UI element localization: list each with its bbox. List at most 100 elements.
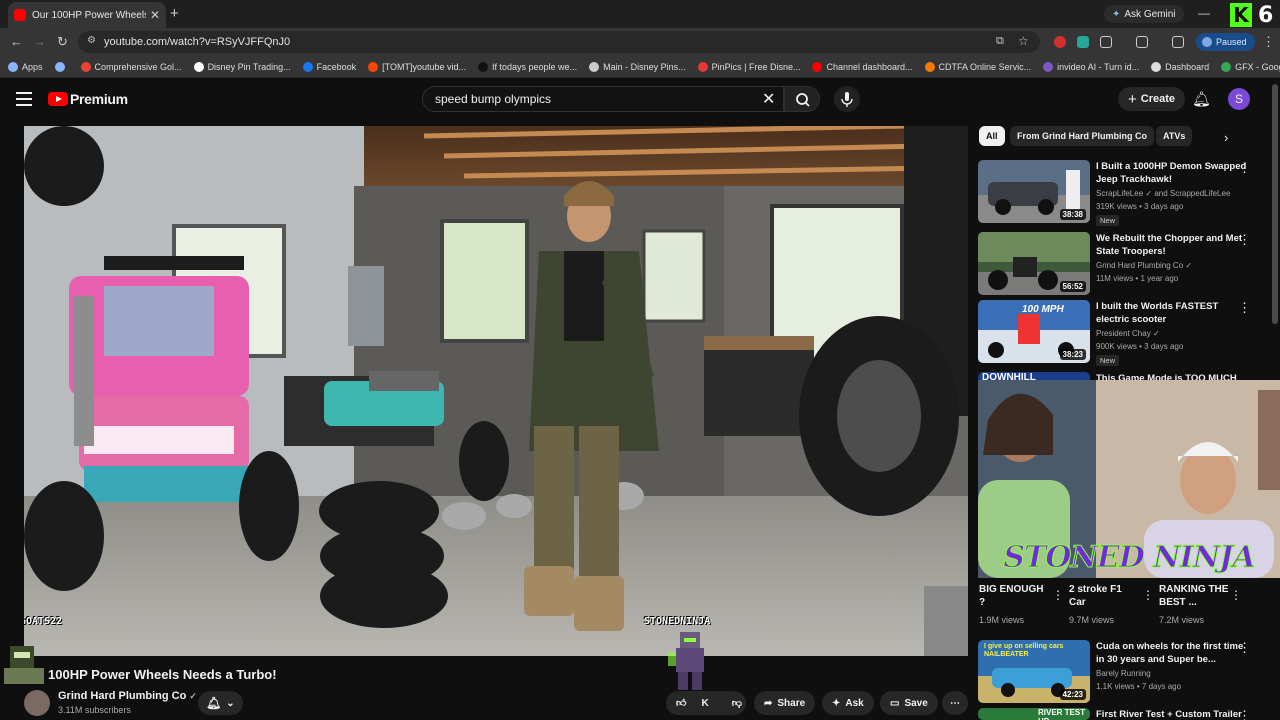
voice-search-button[interactable]: [834, 86, 860, 112]
dislike-icon[interactable]: 👎︎: [732, 697, 742, 709]
profile-paused-button[interactable]: Paused: [1196, 33, 1255, 51]
rec-menu-icon[interactable]: ⋮: [1238, 300, 1251, 316]
channel-avatar[interactable]: [24, 690, 50, 716]
account-avatar[interactable]: S: [1228, 88, 1250, 110]
subscriber-count: 3.11M subscribers: [58, 705, 131, 715]
bookmark-item[interactable]: Main - Disney Pins...: [589, 61, 686, 72]
search-input[interactable]: speed bump olympics: [422, 86, 784, 112]
rec-thumbnail[interactable]: I give up on selling cars NAILBEATER 42:…: [978, 640, 1090, 703]
rec-menu-icon[interactable]: ⋮: [1238, 232, 1251, 248]
rec-meta: 319K views • 3 days ago: [1096, 202, 1184, 211]
bookmark-item[interactable]: invideo AI - Turn id...: [1043, 61, 1139, 72]
rec-item[interactable]: 38:38 I Built a 1000HP Demon Swapped Jee…: [978, 160, 1270, 226]
bookmark-item[interactable]: GFX - Google Drive: [1221, 61, 1280, 72]
bookmark-favicon-icon: [368, 61, 379, 72]
bookmark-label: If todays people we...: [492, 61, 578, 72]
short-menu-icon[interactable]: ⋮: [1052, 588, 1064, 602]
chip-from-channel[interactable]: From Grind Hard Plumbing Co: [1010, 126, 1154, 146]
address-bar[interactable]: ⚙ youtube.com/watch?v=RSyVJFFQnJ0 ⧉ ☆: [78, 31, 1040, 53]
rec-menu-icon[interactable]: ⋮: [1238, 160, 1251, 176]
like-button[interactable]: 👍︎ K 👎︎: [666, 691, 746, 715]
bookmark-favicon-icon: [1043, 61, 1054, 72]
webcam-overlay: STONED NINJA: [978, 380, 1280, 578]
rec-menu-icon[interactable]: ⋮: [1238, 708, 1251, 720]
bell-icon: 🔔︎: [206, 696, 222, 710]
bookmark-item[interactable]: [54, 61, 69, 72]
rec-menu-icon[interactable]: ⋮: [1238, 640, 1251, 656]
short-menu-icon[interactable]: ⋮: [1230, 588, 1242, 602]
bookmark-item[interactable]: Apps: [8, 61, 43, 72]
page-scrollbar[interactable]: [1272, 84, 1278, 324]
tab-search-icon[interactable]: [1136, 36, 1148, 48]
short-title[interactable]: RANKING THE BEST ...: [1159, 583, 1229, 609]
site-info-icon[interactable]: ⚙: [87, 35, 96, 46]
chip-all[interactable]: All: [979, 126, 1005, 146]
bookmark-item[interactable]: CDTFA Online Servic...: [924, 61, 1031, 72]
search-button[interactable]: [784, 86, 820, 112]
create-label: Create: [1140, 93, 1176, 105]
rec-title: Cuda on wheels for the first time in 30 …: [1096, 641, 1244, 665]
rec-item[interactable]: 56:52 We Rebuilt the Chopper and Met Sta…: [978, 232, 1270, 298]
chip-atvs[interactable]: ATVs: [1156, 126, 1193, 146]
forward-arrow-icon[interactable]: →: [33, 34, 46, 49]
rec-item[interactable]: I give up on selling cars NAILBEATER 42:…: [978, 640, 1270, 706]
tab-close-icon[interactable]: ✕: [150, 8, 160, 22]
short-title[interactable]: BIG ENOUGH ?: [979, 583, 1049, 609]
browser-menu-icon[interactable]: ⋮: [1262, 34, 1275, 50]
plus-icon: +: [1128, 90, 1137, 108]
bookmark-item[interactable]: If todays people we...: [478, 61, 578, 72]
guide-menu-icon[interactable]: [16, 92, 32, 110]
bookmark-item[interactable]: [TOMT]youtube vid...: [368, 61, 467, 72]
install-app-icon[interactable]: ⧉: [996, 35, 1004, 48]
back-arrow-icon[interactable]: ←: [10, 34, 23, 49]
extensions-puzzle-icon[interactable]: [1100, 36, 1112, 48]
media-controls-icon[interactable]: [1172, 36, 1184, 48]
rec-thumbnail[interactable]: 56:52: [978, 232, 1090, 295]
minimize-window-icon[interactable]: —: [1198, 6, 1210, 20]
bookmark-item[interactable]: Dashboard: [1151, 61, 1209, 72]
browser-tab[interactable]: Our 100HP Power Wheels N ✕: [8, 2, 166, 28]
extension-red-icon[interactable]: [1054, 36, 1066, 48]
reload-icon[interactable]: ↻: [57, 34, 68, 50]
rec-thumb-text: I give up on selling cars NAILBEATER: [984, 643, 1064, 658]
bookmark-label: Main - Disney Pins...: [603, 61, 686, 72]
browser-tab-strip: Our 100HP Power Wheels N ✕ + ✦ Ask Gemin…: [0, 0, 1280, 28]
paused-label: Paused: [1216, 37, 1247, 47]
rec-thumbnail[interactable]: 100 MPH 38:23: [978, 300, 1090, 363]
share-button[interactable]: ➦ Share: [754, 691, 816, 715]
rec-thumbnail[interactable]: 38:38: [978, 160, 1090, 223]
bookmark-item[interactable]: Channel dashboard...: [812, 61, 913, 72]
like-count: K: [701, 697, 709, 709]
browser-toolbar: ← → ↻ ⚙ youtube.com/watch?v=RSyVJFFQnJ0 …: [0, 28, 1280, 56]
youtube-logo-icon[interactable]: [48, 92, 68, 106]
rec-channel: ScrapLifeLee ✓ and ScrappedLifeLee: [1096, 189, 1230, 198]
rec-title: We Rebuilt the Chopper and Met State Tro…: [1096, 233, 1243, 257]
video-title: 100HP Power Wheels Needs a Turbo!: [48, 667, 277, 682]
rec-thumbnail[interactable]: RIVER TEST HP: [978, 708, 1090, 720]
short-menu-icon[interactable]: ⋮: [1142, 588, 1154, 602]
ask-button[interactable]: ✦ Ask: [822, 691, 874, 715]
bookmark-star-icon[interactable]: ☆: [1018, 34, 1029, 48]
youtube-premium-brand[interactable]: Premium: [70, 91, 128, 107]
chips-next-chevron-icon[interactable]: ›: [1224, 130, 1228, 145]
clear-search-icon[interactable]: ✕: [762, 89, 775, 109]
short-title[interactable]: 2 stroke F1 Car: [1069, 583, 1137, 609]
rec-item[interactable]: RIVER TEST HP First River Test + Custom …: [978, 708, 1270, 720]
ask-label: Ask: [845, 697, 864, 709]
channel-name[interactable]: Grind Hard Plumbing Co ✓: [58, 690, 197, 702]
subscription-bell-button[interactable]: 🔔︎ ⌄: [198, 691, 243, 715]
video-player[interactable]: GOATS22 STONEDNINJA: [24, 126, 968, 656]
notifications-bell-icon[interactable]: 🔔︎: [1192, 90, 1211, 108]
save-button[interactable]: ▭ Save: [880, 691, 938, 715]
new-tab-button[interactable]: +: [170, 5, 179, 22]
ask-gemini-button[interactable]: ✦ Ask Gemini: [1104, 5, 1184, 23]
bookmark-item[interactable]: PinPics | Free Disne...: [697, 61, 800, 72]
bookmark-item[interactable]: Comprehensive Gol...: [80, 61, 182, 72]
bookmark-item[interactable]: Disney Pin Trading...: [193, 61, 291, 72]
rec-item[interactable]: 100 MPH 38:23 I built the Worlds FASTEST…: [978, 300, 1270, 366]
extension-teal-icon[interactable]: [1077, 36, 1089, 48]
more-actions-button[interactable]: ⋯: [942, 691, 968, 715]
bookmark-item[interactable]: Facebook: [302, 61, 356, 72]
bookmark-label: [TOMT]youtube vid...: [382, 61, 467, 72]
create-button[interactable]: + Create: [1118, 87, 1186, 111]
